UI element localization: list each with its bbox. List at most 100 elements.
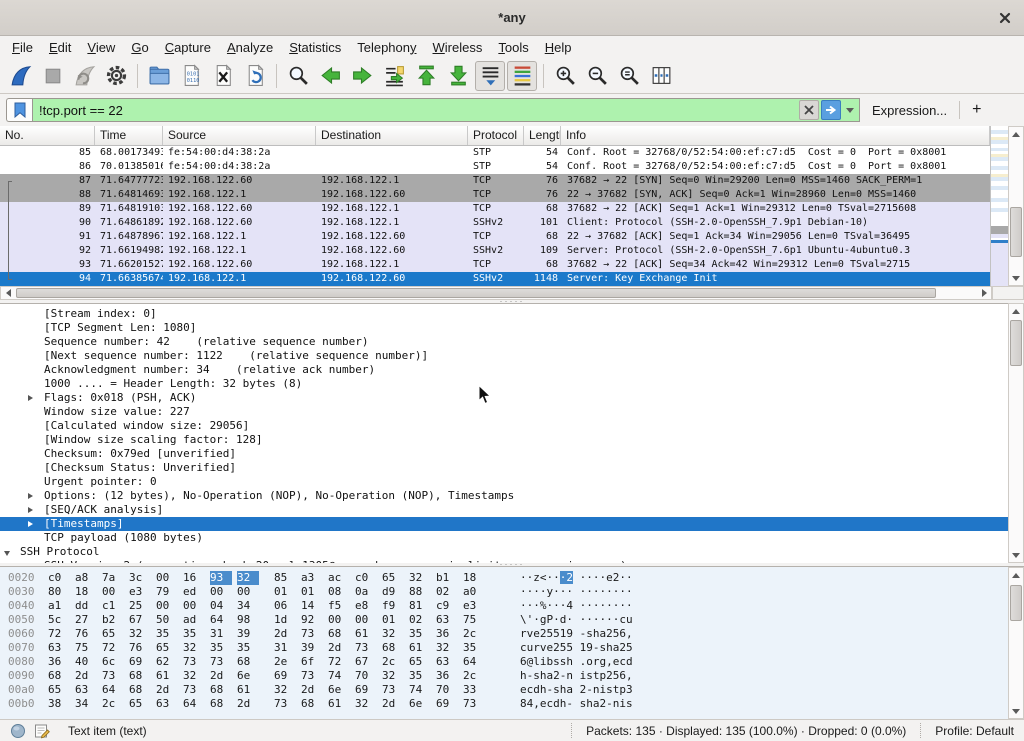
detail-line[interactable]: 1000 .... = Header Length: 32 bytes (8) <box>0 377 1008 391</box>
close-file-button[interactable] <box>208 61 238 91</box>
hex-row-0090[interactable]: 0090682d736861322d6e697374703235362ch-sh… <box>0 669 1008 683</box>
scroll-down-icon[interactable] <box>1012 553 1020 558</box>
scroll-down-icon[interactable] <box>1012 709 1020 714</box>
hex-row-0070[interactable]: 0070637572766532353531392d7368613235curv… <box>0 641 1008 655</box>
zoom-in-button[interactable] <box>550 61 580 91</box>
detail-line[interactable]: Checksum: 0x79ed [unverified] <box>0 447 1008 461</box>
next-packet-button[interactable] <box>347 61 377 91</box>
scrollbar-thumb[interactable] <box>1010 585 1022 621</box>
capture-comment-icon[interactable] <box>34 723 50 739</box>
menu-capture[interactable]: Capture <box>157 38 219 57</box>
detail-line[interactable]: [SEQ/ACK analysis] <box>0 503 1008 517</box>
packet-list-hscrollbar[interactable] <box>0 286 992 300</box>
hex-row-0020[interactable]: 0020c0a87a3c0016933285a3acc06532b118··z<… <box>0 571 1008 585</box>
scroll-up-icon[interactable] <box>1012 573 1020 578</box>
packet-row-89[interactable]: 8971.648191037192.168.122.60192.168.122.… <box>0 202 990 216</box>
resize-columns-button[interactable] <box>646 61 676 91</box>
scroll-down-icon[interactable] <box>1012 276 1020 281</box>
column-header-length[interactable]: Length <box>524 126 561 145</box>
zoom-original-button[interactable] <box>614 61 644 91</box>
column-header-info[interactable]: Info <box>561 126 990 145</box>
scroll-up-icon[interactable] <box>1012 132 1020 137</box>
menu-edit[interactable]: Edit <box>41 38 79 57</box>
save-file-button[interactable]: 01010110 <box>176 61 206 91</box>
scrollbar-thumb[interactable] <box>16 288 936 298</box>
detail-line[interactable]: Options: (12 bytes), No-Operation (NOP),… <box>0 489 1008 503</box>
scroll-left-icon[interactable] <box>6 289 11 297</box>
detail-line[interactable]: SSH Protocol <box>0 545 1008 559</box>
zoom-out-button[interactable] <box>582 61 612 91</box>
filter-history-dropdown[interactable] <box>843 100 857 120</box>
intelligent-scrollbar-minimap[interactable] <box>990 126 1008 286</box>
add-filter-button-plus[interactable]: + <box>960 101 993 119</box>
packet-row-86[interactable]: 8670.013850163fe:54:00:d4:38:2aSTP54Conf… <box>0 160 990 174</box>
packet-row-94[interactable]: 9471.663856741192.168.122.1192.168.122.6… <box>0 272 990 286</box>
column-header-destination[interactable]: Destination <box>316 126 468 145</box>
capture-options-button[interactable] <box>101 61 131 91</box>
menu-file[interactable]: File <box>4 38 41 57</box>
detail-line[interactable]: Window size value: 227 <box>0 405 1008 419</box>
reload-file-button[interactable] <box>240 61 270 91</box>
close-window-button[interactable] <box>996 9 1014 27</box>
auto-scroll-button[interactable] <box>475 61 505 91</box>
scrollbar-thumb[interactable] <box>1010 207 1022 257</box>
colorize-packets-button[interactable] <box>507 61 537 91</box>
scroll-right-icon[interactable] <box>982 289 987 297</box>
expand-icon[interactable] <box>28 395 33 401</box>
hex-row-00a0[interactable]: 00a0656364682d736861322d6e6973747033ecdh… <box>0 683 1008 697</box>
menu-view[interactable]: View <box>79 38 123 57</box>
detail-line[interactable]: Urgent pointer: 0 <box>0 475 1008 489</box>
hex-row-0060[interactable]: 006072766532353531392d7368613235362crve2… <box>0 627 1008 641</box>
menu-go[interactable]: Go <box>123 38 156 57</box>
detail-line[interactable]: TCP payload (1080 bytes) <box>0 531 1008 545</box>
hex-row-00b0[interactable]: 00b038342c656364682d736861322d6e697384,e… <box>0 697 1008 711</box>
packet-row-91[interactable]: 9171.648789678192.168.122.1192.168.122.6… <box>0 230 990 244</box>
menu-telephony[interactable]: Telephony <box>349 38 424 57</box>
packet-row-92[interactable]: 9271.661949820192.168.122.1192.168.122.6… <box>0 244 990 258</box>
menu-analyze[interactable]: Analyze <box>219 38 281 57</box>
column-header-no[interactable]: No. <box>0 126 95 145</box>
detail-line[interactable]: Acknowledgment number: 34 (relative ack … <box>0 363 1008 377</box>
display-filter-input[interactable]: !tcp.port == 22 <box>32 98 860 122</box>
expand-icon[interactable] <box>28 521 33 527</box>
packet-list-vscrollbar[interactable] <box>1008 126 1024 286</box>
collapse-icon[interactable] <box>4 551 10 556</box>
filter-bookmark-button[interactable] <box>6 98 32 122</box>
hex-row-0030[interactable]: 0030801800e379ed00000101080ad98802a0····… <box>0 585 1008 599</box>
expert-info-icon[interactable] <box>10 723 26 739</box>
detail-line[interactable]: Sequence number: 42 (relative sequence n… <box>0 335 1008 349</box>
open-file-button[interactable] <box>144 61 174 91</box>
apply-filter-button[interactable] <box>821 100 841 120</box>
column-header-source[interactable]: Source <box>163 126 316 145</box>
goto-packet-button[interactable] <box>379 61 409 91</box>
expand-icon[interactable] <box>28 493 33 499</box>
hex-row-0040[interactable]: 0040a1ddc125000004340614f5e8f981c9e3···%… <box>0 599 1008 613</box>
find-packet-button[interactable] <box>283 61 313 91</box>
column-header-protocol[interactable]: Protocol <box>468 126 524 145</box>
detail-line[interactable]: [Timestamps] <box>0 517 1008 531</box>
clear-filter-button[interactable] <box>799 100 819 120</box>
detail-line[interactable]: [Calculated window size: 29056] <box>0 419 1008 433</box>
detail-line[interactable]: [Window size scaling factor: 128] <box>0 433 1008 447</box>
packet-row-90[interactable]: 9071.648618924192.168.122.60192.168.122.… <box>0 216 990 230</box>
profile-text[interactable]: Profile: Default <box>920 723 1024 738</box>
menu-statistics[interactable]: Statistics <box>281 38 349 57</box>
packet-list-header[interactable]: No.TimeSourceDestinationProtocolLengthIn… <box>0 126 990 146</box>
first-packet-button[interactable] <box>411 61 441 91</box>
menu-wireless[interactable]: Wireless <box>425 38 491 57</box>
packet-row-85[interactable]: 8568.001734936fe:54:00:d4:38:2aSTP54Conf… <box>0 146 990 160</box>
detail-line[interactable]: Flags: 0x018 (PSH, ACK) <box>0 391 1008 405</box>
detail-line[interactable]: [Next sequence number: 1122 (relative se… <box>0 349 1008 363</box>
scroll-up-icon[interactable] <box>1012 309 1020 314</box>
packet-row-88[interactable]: 8871.648146932192.168.122.1192.168.122.6… <box>0 188 990 202</box>
hex-row-0080[interactable]: 008036406c69627373682e6f72672c6563646@li… <box>0 655 1008 669</box>
start-capture-button[interactable] <box>5 61 35 91</box>
packet-row-87[interactable]: 8771.647777234192.168.122.60192.168.122.… <box>0 174 990 188</box>
detail-line[interactable]: [Checksum Status: Unverified] <box>0 461 1008 475</box>
menu-help[interactable]: Help <box>537 38 580 57</box>
bytes-vscrollbar[interactable] <box>1008 567 1024 719</box>
previous-packet-button[interactable] <box>315 61 345 91</box>
scrollbar-thumb[interactable] <box>1010 320 1022 366</box>
menu-tools[interactable]: Tools <box>490 38 536 57</box>
expand-icon[interactable] <box>28 507 33 513</box>
